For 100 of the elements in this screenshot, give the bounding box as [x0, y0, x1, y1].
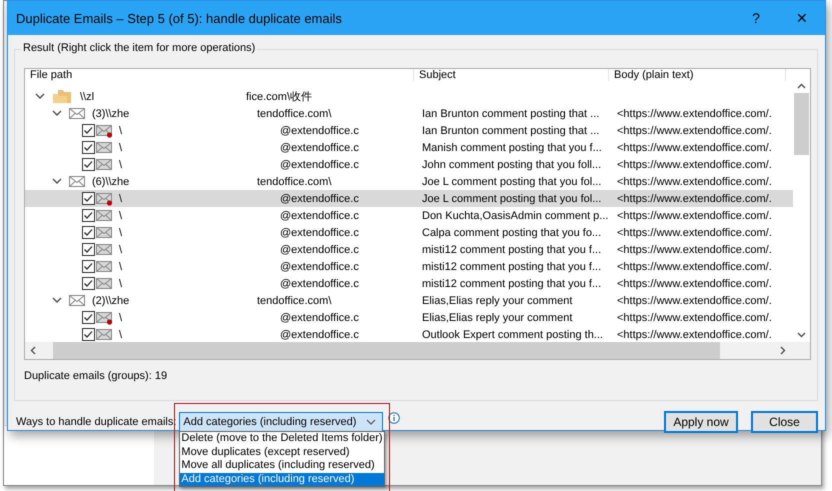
file-path-end: tendoffice.com\ [257, 176, 332, 188]
file-path-start: \ [119, 226, 124, 238]
handling-dropdown[interactable]: Add categories (including reserved) [179, 412, 384, 432]
file-path-start: \\zl [80, 90, 96, 102]
tree-row[interactable]: \ @extendoffice.c Elias,Elias reply your comment <https://www.extendoffice.com/. [25, 309, 793, 326]
dropdown-option[interactable]: Move duplicates (except reserved) [180, 446, 384, 459]
checkbox[interactable] [82, 226, 95, 239]
file-path-end: @extendoffice.c [280, 124, 359, 136]
tree-row[interactable]: \ @extendoffice.c misti12 comment posting that you f... <https://www.extendoffice.com/. [25, 241, 793, 258]
file-path-start: \ [119, 328, 124, 340]
checkbox[interactable] [82, 141, 95, 154]
dropdown-option[interactable]: Move all duplicates (including reserved) [180, 459, 384, 472]
dropdown-option[interactable]: Add categories (including reserved) [180, 472, 384, 486]
file-path-end: @extendoffice.c [280, 312, 359, 324]
scroll-thumb[interactable] [53, 342, 720, 359]
tree-row[interactable]: \\zl fice.com\收件 [25, 88, 793, 105]
column-header[interactable]: Subject [414, 69, 609, 81]
column-header[interactable]: File path [25, 69, 414, 81]
subject-cell-text: Ian Brunton comment posting that ... [421, 106, 600, 120]
body-cell-text: <https://www.extendoffice.com/. [616, 260, 773, 274]
envelope-icon [96, 208, 113, 222]
tree-row[interactable]: \ @extendoffice.c Outlook Expert comment posting th... <https://www.extendoffice.com/. [25, 326, 793, 342]
help-button[interactable]: ? [733, 1, 779, 35]
file-path-start: \ [119, 192, 124, 204]
group-caption: Result (Right click the item for more operations) [21, 42, 258, 54]
chevron-down-icon[interactable] [52, 178, 62, 185]
horizontal-scrollbar[interactable] [25, 342, 810, 359]
checkbox[interactable] [82, 124, 95, 137]
checkbox[interactable] [82, 158, 95, 171]
body-cell-text: <https://www.extendoffice.com/. [616, 328, 773, 342]
checkbox[interactable] [82, 192, 95, 205]
tree-row[interactable]: \ @extendoffice.c misti12 comment posting that you f... <https://www.extendoffice.com/. [25, 258, 793, 275]
file-path-end: tendoffice.com\ [257, 108, 332, 120]
checkbox[interactable] [82, 311, 95, 324]
tree-row[interactable]: \ @extendoffice.c Calpa comment posting that you fo... <https://www.extendoffice.com/. [25, 224, 793, 241]
folder-icon [52, 89, 72, 104]
subject-cell-text: Elias,Elias reply your comment [421, 294, 574, 308]
file-path-end: @extendoffice.c [280, 142, 359, 154]
tree-row[interactable]: \ @extendoffice.c Manish comment posting that you f... <https://www.extendoffice.com/. [25, 139, 793, 156]
unread-envelope-icon [96, 192, 113, 206]
subject-cell-text: Elias,Elias reply your comment [421, 310, 574, 324]
file-path-end: @extendoffice.c [280, 328, 359, 340]
body-cell-text: <https://www.extendoffice.com/. [616, 124, 773, 138]
chevron-down-icon[interactable] [52, 297, 62, 304]
info-icon[interactable] [388, 412, 400, 424]
envelope-icon [69, 174, 86, 188]
subject-cell-text: Outlook Expert comment posting th... [421, 328, 604, 342]
tree-row[interactable]: (2)\\zhe tendoffice.com\ Elias,Elias reply your comment <https://www.extendoffice.com/. [25, 292, 793, 309]
subject-cell-text: Joe L comment posting that you fol... [421, 192, 602, 206]
body-cell-text: <https://www.extendoffice.com/. [616, 276, 773, 290]
subject-cell-text: John comment posting that you foll... [421, 158, 602, 172]
envelope-icon [96, 260, 113, 274]
tree-row[interactable]: \ @extendoffice.c Don Kuchta,OasisAdmin comment p... <https://www.extendoffice.com/. [25, 207, 793, 224]
file-path-start: \ [119, 260, 124, 272]
tree-row[interactable]: \ @extendoffice.c Joe L comment posting that you fol... <https://www.extendoffice.com/. [25, 190, 793, 207]
body-cell-text: <https://www.extendoffice.com/. [616, 140, 773, 154]
duplicate-count: Duplicate emails (groups): 19 [24, 370, 168, 382]
close-dialog-button[interactable]: Close [751, 411, 818, 433]
file-path-start: \ [119, 278, 124, 290]
body-cell-text: <https://www.extendoffice.com/. [616, 174, 773, 188]
scroll-down-icon[interactable] [797, 332, 806, 338]
envelope-icon [69, 106, 86, 120]
unread-envelope-icon [96, 124, 113, 138]
tree-row[interactable]: \ @extendoffice.c misti12 comment posting that you f... <https://www.extendoffice.com/. [25, 275, 793, 292]
body-cell-text: <https://www.extendoffice.com/. [616, 158, 773, 172]
checkbox[interactable] [82, 243, 95, 256]
column-header[interactable]: Body (plain text) [609, 69, 786, 81]
chevron-down-icon [366, 419, 376, 425]
file-path-start: \ [119, 210, 124, 222]
envelope-icon [96, 242, 113, 256]
checkbox[interactable] [82, 260, 95, 273]
body-cell-text: <https://www.extendoffice.com/. [616, 226, 773, 240]
body-cell-text: <https://www.extendoffice.com/. [616, 242, 773, 256]
tree-row[interactable]: \ @extendoffice.c John comment posting that you foll... <https://www.extendoffice.com/. [25, 156, 793, 173]
scroll-thumb[interactable] [794, 93, 809, 155]
tree-row[interactable]: (6)\\zhe tendoffice.com\ Joe L comment posting that you fol... <https://www.extendoffice.com/. [25, 173, 793, 190]
scroll-up-icon[interactable] [797, 83, 806, 89]
apply-button[interactable]: Apply now [664, 411, 738, 433]
checkbox[interactable] [82, 277, 95, 290]
checkbox[interactable] [82, 209, 95, 222]
file-path-end: @extendoffice.c [280, 260, 359, 272]
dropdown-option[interactable]: Delete (move to the Deleted Items folder) [180, 432, 384, 446]
checkbox[interactable] [82, 328, 95, 341]
body-cell-text: <https://www.extendoffice.com/. [616, 106, 773, 120]
body-cell-text: <https://www.extendoffice.com/. [616, 294, 773, 308]
close-button[interactable]: ✕ [779, 1, 825, 35]
file-path-start: \ [119, 158, 124, 170]
file-path-start: \ [119, 142, 124, 154]
subject-cell-text: Manish comment posting that you f... [421, 140, 603, 154]
subject-cell-text: Joe L comment posting that you fol... [421, 174, 602, 188]
scroll-right-icon[interactable] [780, 346, 786, 355]
envelope-icon [96, 226, 113, 240]
file-path-end: @extendoffice.c [280, 192, 359, 204]
file-path-start: (3)\\zhe [92, 108, 130, 120]
file-path-end: @extendoffice.c [280, 244, 359, 256]
scroll-left-icon[interactable] [30, 346, 36, 355]
tree-row[interactable]: \ @extendoffice.c Ian Brunton comment posting that ... <https://www.extendoffice.com/. [25, 122, 793, 139]
subject-cell-text: Calpa comment posting that you fo... [421, 226, 602, 240]
tree-row[interactable]: (3)\\zhe tendoffice.com\ Ian Brunton comment posting that ... <https://www.extendoffice.com/. [25, 105, 793, 122]
body-cell-text: <https://www.extendoffice.com/. [616, 310, 773, 324]
